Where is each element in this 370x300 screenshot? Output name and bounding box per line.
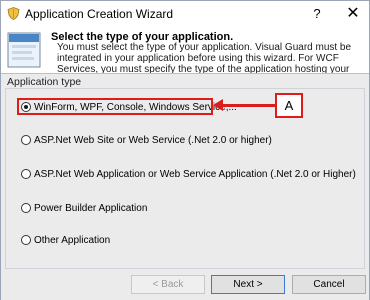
- option-powerbuilder[interactable]: Power Builder Application: [21, 201, 147, 215]
- window-page-icon: [7, 32, 41, 68]
- wizard-window: Application Creation Wizard ? ✕ Select t…: [0, 0, 370, 300]
- cancel-button[interactable]: Cancel: [292, 275, 366, 294]
- back-button[interactable]: < Back: [131, 275, 205, 294]
- option-label: ASP.Net Web Application or Web Service A…: [34, 168, 356, 180]
- window-title: Application Creation Wizard: [25, 7, 174, 21]
- annotation-callout: A: [275, 93, 303, 118]
- option-other[interactable]: Other Application: [21, 233, 110, 247]
- radio-button[interactable]: [21, 235, 31, 245]
- close-button[interactable]: ✕: [339, 3, 367, 25]
- option-aspnet-webapp[interactable]: ASP.Net Web Application or Web Service A…: [21, 167, 356, 181]
- annotation-arrow-head-icon: [213, 99, 223, 111]
- help-button[interactable]: ?: [305, 3, 329, 25]
- option-label: ASP.Net Web Site or Web Service (.Net 2.…: [34, 134, 272, 146]
- option-label: Other Application: [34, 234, 111, 246]
- annotation-arrow-shaft: [221, 104, 275, 107]
- option-label: Power Builder Application: [34, 202, 148, 214]
- radio-button[interactable]: [21, 135, 31, 145]
- content-panel: Application type WinForm, WPF, Console, …: [1, 74, 369, 300]
- next-button[interactable]: Next >: [211, 275, 285, 294]
- radio-button[interactable]: [21, 169, 31, 179]
- option-aspnet-website[interactable]: ASP.Net Web Site or Web Service (.Net 2.…: [21, 133, 272, 147]
- annotation-highlight-box: [17, 98, 213, 115]
- title-bar: Application Creation Wizard ? ✕: [1, 1, 369, 27]
- radio-button[interactable]: [21, 203, 31, 213]
- wizard-header: Select the type of your application. You…: [1, 27, 369, 86]
- group-label: Application type: [7, 76, 82, 88]
- app-shield-icon: [7, 7, 20, 20]
